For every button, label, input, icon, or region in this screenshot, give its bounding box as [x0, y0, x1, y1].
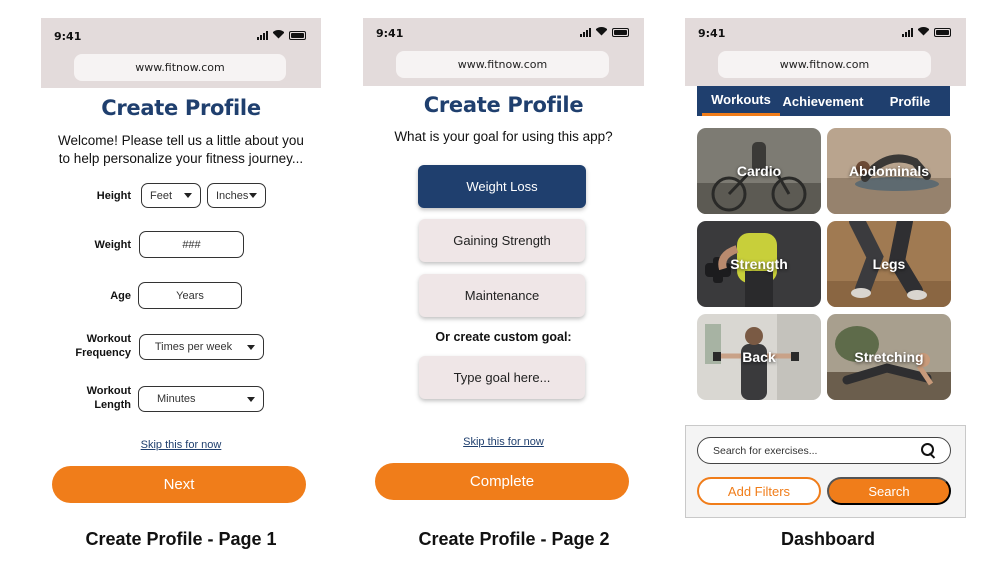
length-label-line: Length: [94, 399, 131, 411]
age-input[interactable]: Years: [138, 282, 242, 309]
status-icons: [257, 28, 306, 40]
url-bar[interactable]: www.fitnow.com: [74, 54, 286, 81]
goal-option-weight-loss[interactable]: Weight Loss: [418, 165, 586, 208]
weight-input[interactable]: ###: [139, 231, 244, 258]
dashboard-screen: 9:41 www.fitnow.com Workouts Achievement…: [685, 18, 966, 518]
category-label: Stretching: [854, 349, 924, 365]
tab-profile[interactable]: Profile: [885, 86, 935, 116]
intro-line: Welcome! Please tell us a little about y…: [58, 133, 304, 148]
complete-button[interactable]: Complete: [375, 463, 629, 500]
create-profile-page2-screen: 9:41 www.fitnow.com Create Profile What …: [363, 18, 644, 518]
status-time: 9:41: [54, 30, 82, 43]
exercise-search-input[interactable]: Search for exercises...: [697, 437, 951, 464]
status-icons: [902, 25, 951, 37]
caption-dashboard: Dashboard: [780, 529, 876, 549]
height-label: Height: [96, 190, 131, 202]
goal-question: What is your goal for using this app?: [394, 129, 613, 144]
feet-select-value: Feet: [150, 189, 173, 202]
skip-link[interactable]: Skip this for now: [363, 436, 644, 448]
search-button[interactable]: Search: [827, 477, 951, 505]
signal-icon: [257, 31, 268, 40]
status-time: 9:41: [376, 27, 404, 40]
frequency-select[interactable]: Times per week: [139, 334, 264, 360]
category-tile-legs[interactable]: Legs: [827, 221, 951, 307]
browser-top-bar: 9:41 www.fitnow.com: [685, 18, 966, 86]
page-title: Create Profile: [423, 93, 584, 117]
length-label: Workout Length: [87, 384, 131, 412]
feet-select[interactable]: Feet: [141, 183, 201, 208]
category-tile-back[interactable]: Back: [697, 314, 821, 400]
category-label: Abdominals: [848, 163, 930, 179]
category-tile-stretching[interactable]: Stretching: [827, 314, 951, 400]
create-profile-page1-screen: 9:41 www.fitnow.com Create Profile Welco…: [41, 18, 321, 518]
goal-option-gaining-strength[interactable]: Gaining Strength: [419, 219, 585, 262]
frequency-label: Workout Frequency: [75, 332, 131, 360]
intro-text: Welcome! Please tell us a little about y…: [49, 132, 313, 168]
battery-icon: [612, 28, 629, 37]
wifi-icon: [596, 26, 607, 37]
category-label: Back: [742, 349, 776, 365]
age-label: Age: [110, 290, 131, 302]
url-bar[interactable]: www.fitnow.com: [718, 51, 931, 78]
intro-line: to help personalize your fitness journey…: [58, 151, 304, 166]
caption-page1: Create Profile - Page 1: [85, 529, 277, 549]
dropdown-caret-icon: [247, 396, 255, 402]
status-time: 9:41: [698, 27, 726, 40]
dashboard-tab-bar: Workouts Achievement Profile: [697, 86, 950, 116]
signal-icon: [580, 28, 591, 37]
weight-placeholder: ###: [182, 238, 201, 251]
wifi-icon: [273, 29, 284, 40]
category-tile-strength[interactable]: Strength: [697, 221, 821, 307]
caption-page2: Create Profile - Page 2: [418, 529, 610, 549]
browser-top-bar: 9:41 www.fitnow.com: [41, 18, 321, 88]
dropdown-caret-icon: [247, 344, 255, 350]
dropdown-caret-icon: [249, 193, 257, 198]
page-title: Create Profile: [101, 96, 261, 120]
inches-select-value: Inches: [216, 189, 249, 202]
weight-label: Weight: [94, 239, 131, 251]
url-bar[interactable]: www.fitnow.com: [396, 51, 609, 78]
status-icons: [580, 25, 629, 37]
battery-icon: [289, 31, 306, 40]
length-select[interactable]: Minutes: [138, 386, 264, 412]
tab-achievement[interactable]: Achievement: [781, 86, 865, 116]
search-icon[interactable]: [921, 443, 936, 458]
length-label-line: Workout: [86, 385, 131, 397]
category-tile-cardio[interactable]: Cardio: [697, 128, 821, 214]
frequency-label-line: Frequency: [75, 347, 131, 359]
next-button[interactable]: Next: [52, 466, 306, 503]
custom-goal-input[interactable]: Type goal here...: [419, 356, 585, 399]
search-placeholder: Search for exercises...: [713, 444, 818, 457]
dropdown-caret-icon: [184, 193, 192, 198]
signal-icon: [902, 28, 913, 37]
age-placeholder: Years: [176, 289, 204, 302]
category-tile-abdominals[interactable]: Abdominals: [827, 128, 951, 214]
category-label: Legs: [872, 256, 906, 272]
battery-icon: [934, 28, 951, 37]
custom-goal-label: Or create custom goal:: [435, 330, 572, 344]
add-filters-button[interactable]: Add Filters: [697, 477, 821, 505]
length-select-value: Minutes: [157, 393, 196, 405]
goal-option-maintenance[interactable]: Maintenance: [419, 274, 585, 317]
tab-workouts[interactable]: Workouts: [702, 86, 780, 116]
browser-top-bar: 9:41 www.fitnow.com: [363, 18, 644, 86]
wifi-icon: [918, 26, 929, 37]
frequency-select-value: Times per week: [154, 341, 233, 353]
search-panel: Search for exercises... Add Filters Sear…: [685, 425, 966, 518]
frequency-label-line: Workout: [86, 333, 131, 345]
category-label: Strength: [730, 256, 788, 272]
skip-link[interactable]: Skip this for now: [41, 439, 321, 451]
inches-select[interactable]: Inches: [207, 183, 266, 208]
category-label: Cardio: [736, 163, 782, 179]
